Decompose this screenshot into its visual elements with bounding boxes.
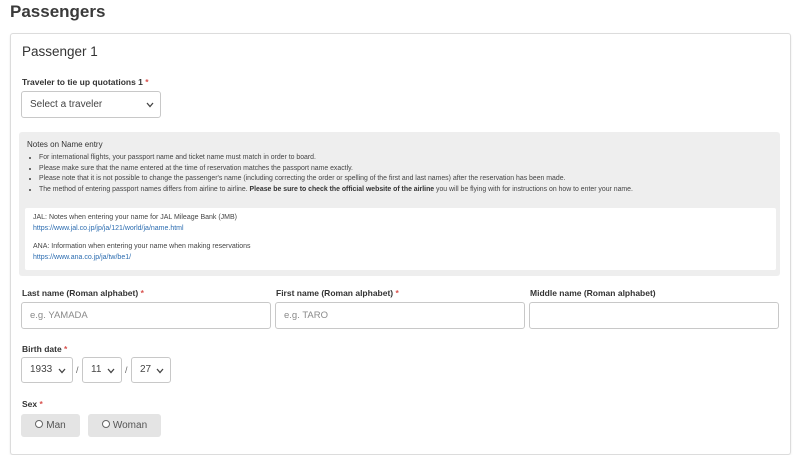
airline-links-box: JAL: Notes when entering your name for J… <box>25 208 776 270</box>
birth-month-select[interactable]: 11 <box>82 357 122 383</box>
radio-circle-icon <box>35 420 44 429</box>
page-title: Passengers <box>10 2 106 21</box>
first-name-label: First name (Roman alphabet) * <box>276 288 399 298</box>
ana-note-heading: ANA: Information when entering your name… <box>33 243 251 250</box>
required-mark: * <box>64 344 68 354</box>
radio-circle-icon <box>101 420 110 429</box>
notes-item: Please note that it is not possible to c… <box>39 174 784 185</box>
birth-day-select[interactable]: 27 <box>131 357 171 383</box>
birth-year-select[interactable]: 1933 <box>21 357 73 383</box>
notes-title: Notes on Name entry <box>27 140 103 149</box>
sex-label: Sex * <box>22 399 43 409</box>
last-name-label: Last name (Roman alphabet) * <box>22 288 144 298</box>
sex-option-woman[interactable]: Woman <box>88 414 161 437</box>
last-name-input[interactable] <box>21 302 271 329</box>
birth-date-label: Birth date * <box>22 344 68 354</box>
name-entry-notes: Notes on Name entry For international fl… <box>19 132 780 276</box>
ana-link[interactable]: https://www.ana.co.jp/ja/tw/be1/ <box>33 254 131 261</box>
required-mark: * <box>145 77 149 87</box>
chevron-down-icon <box>146 102 154 108</box>
passenger-title: Passenger 1 <box>22 44 98 59</box>
notes-item: For international flights, your passport… <box>39 153 784 164</box>
passenger-card: Passenger 1 Traveler to tie up quotation… <box>10 33 791 455</box>
chevron-down-icon <box>58 368 66 374</box>
first-name-input[interactable] <box>275 302 525 329</box>
notes-item: The method of entering passport names di… <box>39 185 784 196</box>
traveler-select[interactable]: Select a traveler <box>21 91 161 118</box>
required-mark: * <box>395 288 399 298</box>
jal-link[interactable]: https://www.jal.co.jp/jp/ja/121/world/ja… <box>33 225 184 232</box>
middle-name-label: Middle name (Roman alphabet) <box>530 288 656 298</box>
date-separator: / <box>125 365 128 375</box>
traveler-label: Traveler to tie up quotations 1 * <box>22 77 149 87</box>
chevron-down-icon <box>107 368 115 374</box>
required-mark: * <box>39 399 43 409</box>
required-mark: * <box>140 288 144 298</box>
sex-option-man[interactable]: Man <box>21 414 80 437</box>
chevron-down-icon <box>156 368 164 374</box>
notes-item: Please make sure that the name entered a… <box>39 164 784 175</box>
date-separator: / <box>76 365 79 375</box>
notes-list: For international flights, your passport… <box>29 153 784 195</box>
jal-note-heading: JAL: Notes when entering your name for J… <box>33 214 238 221</box>
middle-name-input[interactable] <box>529 302 779 329</box>
